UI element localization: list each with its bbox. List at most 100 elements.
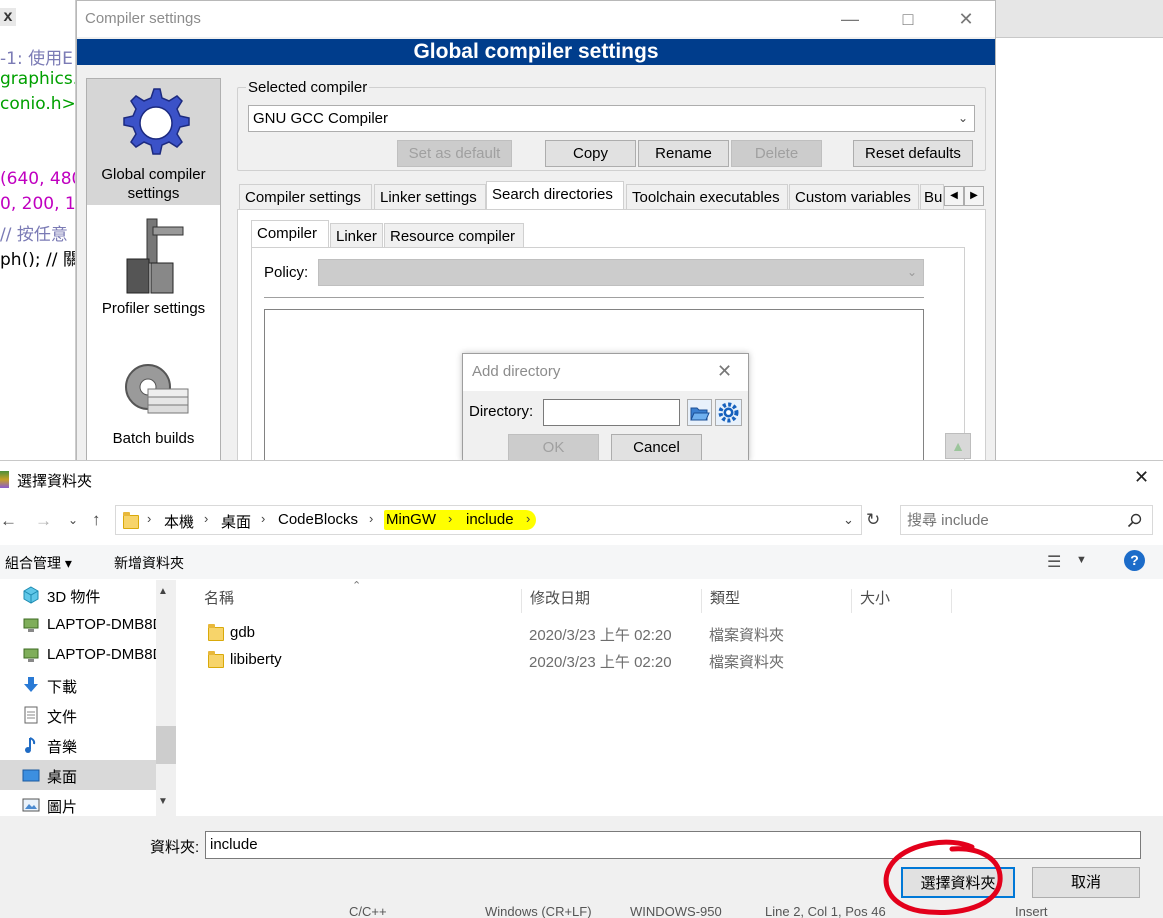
nav-label: 桌面 — [47, 769, 78, 786]
minimize-button[interactable]: — — [821, 1, 879, 37]
move-up-icon[interactable]: ▲ — [945, 433, 971, 459]
chevron-down-icon[interactable]: ▼ — [1076, 554, 1087, 566]
dialog-titlebar: Add directory ✕ — [463, 354, 748, 391]
up-arrow-icon[interactable]: ↑ — [92, 510, 101, 530]
gear-icon — [122, 88, 190, 155]
organize-menu-button[interactable]: 組合管理 ▾ — [5, 553, 72, 573]
scroll-thumb[interactable] — [156, 726, 176, 764]
breadcrumb-separator-icon: › — [369, 511, 374, 526]
breadcrumb-item[interactable]: MinGW — [386, 511, 436, 528]
rename-button[interactable]: Rename — [638, 140, 729, 167]
network-pc-icon — [23, 618, 39, 632]
nav-item-music[interactable]: 音樂 — [0, 730, 156, 760]
editor-tab-close-icon[interactable]: x — [0, 8, 16, 26]
cancel-button[interactable]: Cancel — [611, 434, 702, 462]
options-button[interactable] — [715, 399, 742, 426]
column-header-name[interactable]: 名稱 — [196, 589, 522, 613]
maximize-button[interactable]: □ — [879, 1, 937, 37]
sidebar-item-global-compiler[interactable]: Global compiler settings — [87, 79, 220, 205]
tab-compiler-settings[interactable]: Compiler settings — [239, 184, 372, 210]
compiler-select[interactable]: GNU GCC Compiler ⌄ — [248, 105, 975, 132]
music-icon — [25, 737, 36, 753]
search-box[interactable] — [900, 505, 1153, 535]
code-line: (640, 480 — [0, 169, 76, 189]
sidebar-item-batch-builds[interactable]: Batch builds — [87, 355, 220, 460]
cancel-button[interactable]: 取消 — [1032, 867, 1140, 898]
settings-sidebar: Global compiler settings Profiler settin… — [86, 78, 221, 463]
command-bar: 組合管理 ▾ 新增資料夾 ☰ ▼ ? — [0, 545, 1163, 579]
code-line: -1: 使用E — [0, 49, 73, 69]
refresh-icon[interactable]: ↻ — [866, 510, 880, 530]
nav-item-network-pc[interactable]: LAPTOP-DMB8D — [0, 610, 156, 640]
tab-custom-variables[interactable]: Custom variables — [789, 184, 919, 210]
column-header-type[interactable]: 類型 — [702, 589, 852, 613]
set-as-default-button[interactable]: Set as default — [397, 140, 512, 167]
document-icon — [24, 706, 38, 724]
search-input[interactable] — [907, 509, 1117, 531]
file-type: 檔案資料夾 — [709, 627, 785, 644]
3d-objects-icon — [23, 586, 39, 604]
tab-scroll-left-icon[interactable]: ◀ — [944, 186, 964, 206]
tab-toolchain-executables[interactable]: Toolchain executables — [626, 184, 788, 210]
view-options-icon[interactable]: ☰ — [1047, 552, 1061, 572]
close-icon[interactable]: ✕ — [717, 361, 732, 382]
copy-button[interactable]: Copy — [545, 140, 636, 167]
delete-button[interactable]: Delete — [731, 140, 822, 167]
navigation-pane: 3D 物件 LAPTOP-DMB8D LAPTOP-DMB8D 下載 文件 音樂… — [0, 580, 176, 816]
sidebar-item-profiler[interactable]: Profiler settings — [87, 209, 220, 324]
breadcrumb-item[interactable]: include — [466, 511, 514, 528]
close-icon[interactable]: ✕ — [1134, 467, 1149, 488]
code-line: // 按任意 — [0, 225, 68, 245]
status-item: Windows (CR+LF) — [485, 904, 592, 918]
nav-label: 圖片 — [47, 799, 78, 816]
new-folder-button[interactable]: 新增資料夾 — [114, 553, 184, 573]
reset-defaults-button[interactable]: Reset defaults — [853, 140, 973, 167]
folder-open-icon — [690, 407, 710, 421]
column-header-date[interactable]: 修改日期 — [522, 589, 702, 613]
browse-folder-button[interactable] — [687, 399, 712, 426]
directory-input[interactable] — [543, 399, 680, 426]
nav-item-3d-objects[interactable]: 3D 物件 — [0, 580, 156, 610]
nav-label: 音樂 — [47, 739, 78, 756]
subtab-linker[interactable]: Linker — [330, 223, 383, 249]
settings-banner: Global compiler settings — [77, 39, 995, 65]
folder-picker-dialog: 選擇資料夾 ✕ ← → ⌄ ↑ › 本機 › 桌面 › CodeBlocks ›… — [0, 460, 1163, 918]
address-dropdown-chevron-icon[interactable]: ⌄ — [843, 512, 854, 528]
breadcrumb-separator-icon: › — [147, 511, 152, 526]
nav-label: LAPTOP-DMB8D — [47, 616, 156, 633]
subtab-compiler[interactable]: Compiler — [251, 220, 329, 249]
file-row[interactable]: libiberty 2020/3/23 上午 02:20 檔案資料夾 — [200, 648, 784, 674]
chevron-down-icon: ⌄ — [906, 265, 917, 279]
file-row[interactable]: gdb 2020/3/23 上午 02:20 檔案資料夾 — [200, 621, 784, 647]
subtab-resource-compiler[interactable]: Resource compiler — [384, 223, 524, 249]
back-arrow-icon[interactable]: ← — [0, 511, 17, 531]
scroll-down-icon[interactable]: ▼ — [158, 796, 168, 807]
gear-icon — [718, 402, 739, 423]
tab-search-directories[interactable]: Search directories — [486, 181, 624, 210]
forward-arrow-icon[interactable]: → — [35, 511, 52, 531]
policy-select[interactable]: ⌄ — [318, 259, 924, 286]
status-item: Line 2, Col 1, Pos 46 — [765, 904, 886, 918]
breadcrumb-separator-icon: › — [448, 511, 453, 526]
close-button[interactable]: ✕ — [937, 1, 995, 37]
breadcrumb-item[interactable]: CodeBlocks — [278, 511, 358, 528]
recent-chevron-down-icon[interactable]: ⌄ — [68, 513, 78, 527]
nav-item-documents[interactable]: 文件 — [0, 700, 156, 730]
nav-item-desktop[interactable]: 桌面 — [0, 760, 156, 790]
nav-item-downloads[interactable]: 下載 — [0, 670, 156, 700]
nav-item-network-pc[interactable]: LAPTOP-DMB8D — [0, 640, 156, 670]
tab-build-options[interactable]: Bu — [920, 184, 944, 210]
breadcrumb-item[interactable]: 本機 — [164, 511, 194, 532]
tab-scroll-right-icon[interactable]: ▶ — [964, 186, 984, 206]
column-header-size[interactable]: 大小 — [852, 589, 952, 613]
address-bar[interactable]: › 本機 › 桌面 › CodeBlocks › MinGW › include… — [115, 505, 862, 535]
ok-button[interactable]: OK — [508, 434, 599, 462]
nav-scrollbar[interactable]: ▲ ▼ — [156, 580, 176, 816]
scroll-up-icon[interactable]: ▲ — [158, 586, 168, 597]
code-line: graphics.l — [0, 69, 76, 89]
nav-label: LAPTOP-DMB8D — [47, 646, 156, 663]
breadcrumb-item[interactable]: 桌面 — [221, 511, 251, 532]
window-title: Compiler settings — [85, 10, 201, 27]
tab-linker-settings[interactable]: Linker settings — [374, 184, 486, 210]
help-icon[interactable]: ? — [1124, 550, 1145, 571]
